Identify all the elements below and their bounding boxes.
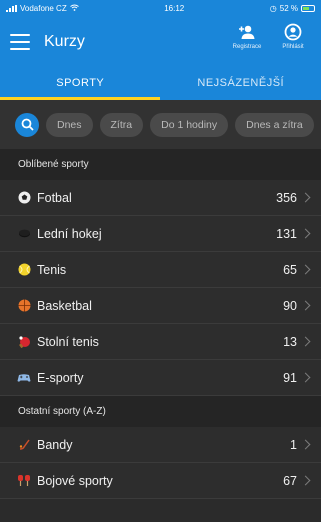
sport-label: Basketbal [37, 298, 92, 313]
filter-chip-today-tomorrow[interactable]: Dnes a zítra [235, 112, 314, 137]
chevron-right-icon [300, 192, 311, 203]
chevron-right-icon [300, 439, 311, 450]
sport-label: Fotbal [37, 190, 72, 205]
battery-percentage: 52 % [279, 4, 298, 13]
signal-icon [6, 5, 17, 12]
sport-row-combat-sports[interactable]: Bojové sporty 67 [0, 463, 321, 499]
clock: 16:12 [164, 4, 185, 13]
sport-row-tennis[interactable]: Tenis 65 [0, 252, 321, 288]
sport-label: Lední hokej [37, 226, 102, 241]
wifi-icon [69, 4, 79, 13]
chevron-right-icon [300, 300, 311, 311]
event-count: 91 [283, 370, 297, 385]
event-count: 65 [283, 262, 297, 277]
sport-label: Bandy [37, 437, 73, 452]
sport-row-table-tennis[interactable]: Stolní tenis 13 [0, 324, 321, 360]
sport-row-basketball[interactable]: Basketbal 90 [0, 288, 321, 324]
hockey-puck-icon [17, 227, 31, 241]
soccer-ball-icon [17, 191, 31, 205]
tab-bar: SPORTY NEJSÁZENĚJŠÍ [0, 66, 321, 100]
other-sports-list: Bandy 1 Bojové sporty 67 [0, 427, 321, 499]
section-header-favorites: Oblíbené sporty [0, 149, 321, 180]
filter-row: Dnes Zítra Do 1 hodiny Dnes a zítra [0, 100, 321, 149]
alarm-icon: ◷ [269, 4, 277, 13]
page-title: Kurzy [44, 32, 85, 50]
event-count: 356 [276, 190, 297, 205]
status-bar: Vodafone CZ 16:12 ◷ 52 % [0, 0, 321, 17]
tab-most-bet[interactable]: NEJSÁZENĚJŠÍ [161, 66, 321, 100]
sport-row-esports[interactable]: E-sporty 91 [0, 360, 321, 396]
search-button[interactable] [15, 112, 39, 137]
active-tab-indicator [0, 97, 160, 100]
chevron-right-icon [300, 475, 311, 486]
event-count: 131 [276, 226, 297, 241]
sport-label: Stolní tenis [37, 334, 99, 349]
gamepad-icon [17, 371, 31, 385]
event-count: 90 [283, 298, 297, 313]
chevron-right-icon [300, 264, 311, 275]
event-count: 1 [290, 437, 297, 452]
chevron-right-icon [300, 228, 311, 239]
app-bar: Kurzy Registrace Přihlásit [0, 17, 321, 66]
login-button[interactable]: Přihlásit [273, 23, 313, 50]
section-header-other: Ostatní sporty (A-Z) [0, 396, 321, 427]
event-count: 67 [283, 473, 297, 488]
login-label: Přihlásit [282, 44, 304, 50]
sport-row-football[interactable]: Fotbal 356 [0, 180, 321, 216]
tab-sports[interactable]: SPORTY [0, 66, 161, 100]
sport-label: E-sporty [37, 370, 84, 385]
chevron-right-icon [300, 372, 311, 383]
add-user-icon [239, 25, 255, 39]
hamburger-menu-icon[interactable] [10, 33, 30, 50]
boxing-gloves-icon [17, 474, 31, 488]
sport-label: Tenis [37, 262, 67, 277]
filter-chip-within-hour[interactable]: Do 1 hodiny [150, 112, 229, 137]
tennis-ball-icon [17, 263, 31, 277]
register-button[interactable]: Registrace [227, 23, 267, 50]
user-account-icon [284, 23, 302, 41]
favorite-sports-list: Fotbal 356 Lední hokej 131 Tenis 65 Bask… [0, 180, 321, 396]
basketball-icon [17, 299, 31, 313]
filter-chip-today[interactable]: Dnes [46, 112, 93, 137]
filter-chip-tomorrow[interactable]: Zítra [99, 112, 144, 137]
bandy-stick-icon [17, 438, 31, 452]
event-count: 13 [283, 334, 297, 349]
search-icon [21, 118, 34, 131]
table-tennis-icon [17, 335, 31, 349]
chevron-right-icon [300, 336, 311, 347]
battery-icon [300, 5, 315, 12]
sport-label: Bojové sporty [37, 473, 113, 488]
carrier-name: Vodafone CZ [20, 4, 67, 13]
sport-row-ice-hockey[interactable]: Lední hokej 131 [0, 216, 321, 252]
sport-row-bandy[interactable]: Bandy 1 [0, 427, 321, 463]
register-label: Registrace [232, 44, 262, 50]
